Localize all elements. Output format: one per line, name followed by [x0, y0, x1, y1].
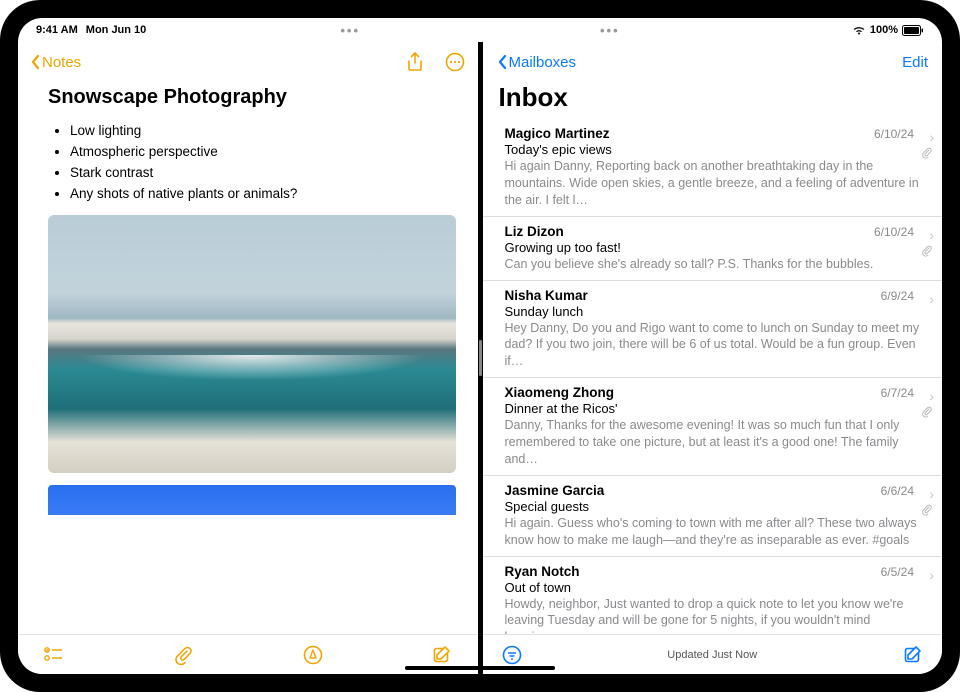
- mail-message[interactable]: Nisha Kumar 6/9/24Sunday lunchHey Danny, …: [483, 281, 943, 379]
- mail-preview: Hey Danny, Do you and Rigo want to come …: [505, 320, 929, 371]
- note-attached-image-partial[interactable]: [48, 485, 456, 515]
- mail-sender: Jasmine Garcia: [505, 483, 605, 498]
- mail-date: 6/10/24: [874, 225, 928, 239]
- mail-message[interactable]: Magico Martinez 6/10/24Today's epic views…: [483, 119, 943, 217]
- paperclip-icon: [921, 406, 932, 418]
- mail-preview: Howdy, neighbor, Just wanted to drop a q…: [505, 596, 929, 635]
- chevron-right-icon: ›: [929, 129, 934, 145]
- mail-status-text: Updated Just Now: [523, 649, 903, 661]
- chevron-right-icon: ›: [929, 486, 934, 502]
- mail-date: 6/5/24: [881, 565, 928, 579]
- mail-subject: Today's epic views: [505, 142, 929, 157]
- note-attached-image[interactable]: [48, 215, 456, 473]
- mailboxes-back-button[interactable]: Mailboxes: [497, 54, 577, 71]
- multitask-dots-left[interactable]: •••: [340, 23, 360, 38]
- mail-sender: Liz Dizon: [505, 224, 564, 239]
- mail-message[interactable]: Liz Dizon 6/10/24Growing up too fast!Can …: [483, 217, 943, 281]
- filter-button[interactable]: [501, 644, 523, 666]
- mail-date: 6/6/24: [881, 484, 928, 498]
- chevron-right-icon: ›: [929, 388, 934, 404]
- mail-message[interactable]: Xiaomeng Zhong 6/7/24Dinner at the Ricos'…: [483, 378, 943, 476]
- status-bar: 9:41 AM Mon Jun 10 ••• ••• 100%: [18, 18, 942, 42]
- chevron-right-icon: ›: [929, 291, 934, 307]
- mail-preview: Hi again Danny, Reporting back on anothe…: [505, 158, 929, 209]
- chevron-left-icon: [30, 54, 40, 70]
- home-indicator[interactable]: [405, 666, 555, 670]
- mail-date: 6/9/24: [881, 289, 928, 303]
- mail-subject: Sunday lunch: [505, 304, 929, 319]
- note-title: Snowscape Photography: [48, 86, 456, 109]
- inbox-title: Inbox: [483, 82, 943, 119]
- mail-preview: Danny, Thanks for the awesome evening! I…: [505, 417, 929, 468]
- note-content[interactable]: Snowscape Photography Low lighting Atmos…: [18, 82, 478, 634]
- mail-sender: Ryan Notch: [505, 564, 580, 579]
- notes-back-label: Notes: [42, 54, 81, 71]
- note-bullet: Stark contrast: [70, 163, 456, 184]
- chevron-left-icon: [497, 54, 507, 70]
- mail-message[interactable]: Ryan Notch 6/5/24Out of townHowdy, neighb…: [483, 557, 943, 635]
- mail-sender: Nisha Kumar: [505, 288, 588, 303]
- compose-mail-button[interactable]: [902, 644, 924, 666]
- mail-app-pane: Mailboxes Edit Inbox Magico Martinez 6/10…: [483, 42, 943, 674]
- note-bullet-list: Low lighting Atmospheric perspective Sta…: [48, 121, 456, 205]
- compose-note-button[interactable]: [431, 644, 453, 666]
- note-bullet: Atmospheric perspective: [70, 142, 456, 163]
- mail-preview: Hi again. Guess who's coming to town wit…: [505, 515, 929, 549]
- mail-date: 6/10/24: [874, 127, 928, 141]
- mail-sender: Magico Martinez: [505, 126, 610, 141]
- note-bullet: Any shots of native plants or animals?: [70, 184, 456, 205]
- attachment-button[interactable]: [172, 644, 194, 666]
- markup-button[interactable]: [302, 644, 324, 666]
- mail-sender: Xiaomeng Zhong: [505, 385, 615, 400]
- chevron-right-icon: ›: [929, 227, 934, 243]
- more-button[interactable]: [444, 51, 466, 73]
- edit-button[interactable]: Edit: [902, 54, 928, 71]
- multitask-dots-right[interactable]: •••: [600, 23, 620, 38]
- mail-date: 6/7/24: [881, 386, 928, 400]
- mail-subject: Growing up too fast!: [505, 240, 929, 255]
- mail-back-label: Mailboxes: [509, 54, 577, 71]
- share-button[interactable]: [404, 51, 426, 73]
- paperclip-icon: [921, 147, 932, 159]
- chevron-right-icon: ›: [929, 567, 934, 583]
- checklist-button[interactable]: [42, 644, 64, 666]
- notes-back-button[interactable]: Notes: [30, 54, 81, 71]
- mail-subject: Special guests: [505, 499, 929, 514]
- mail-message[interactable]: Jasmine Garcia 6/6/24Special guestsHi aga…: [483, 476, 943, 557]
- mail-subject: Out of town: [505, 580, 929, 595]
- mail-subject: Dinner at the Ricos': [505, 401, 929, 416]
- mail-message-list[interactable]: Magico Martinez6/10/24Today's epic views…: [483, 119, 943, 634]
- mail-preview: Can you believe she's already so tall? P…: [505, 256, 929, 273]
- paperclip-icon: [921, 245, 932, 257]
- paperclip-icon: [921, 504, 932, 516]
- notes-app-pane: Notes Snowscape Photography Low l: [18, 42, 478, 674]
- note-bullet: Low lighting: [70, 121, 456, 142]
